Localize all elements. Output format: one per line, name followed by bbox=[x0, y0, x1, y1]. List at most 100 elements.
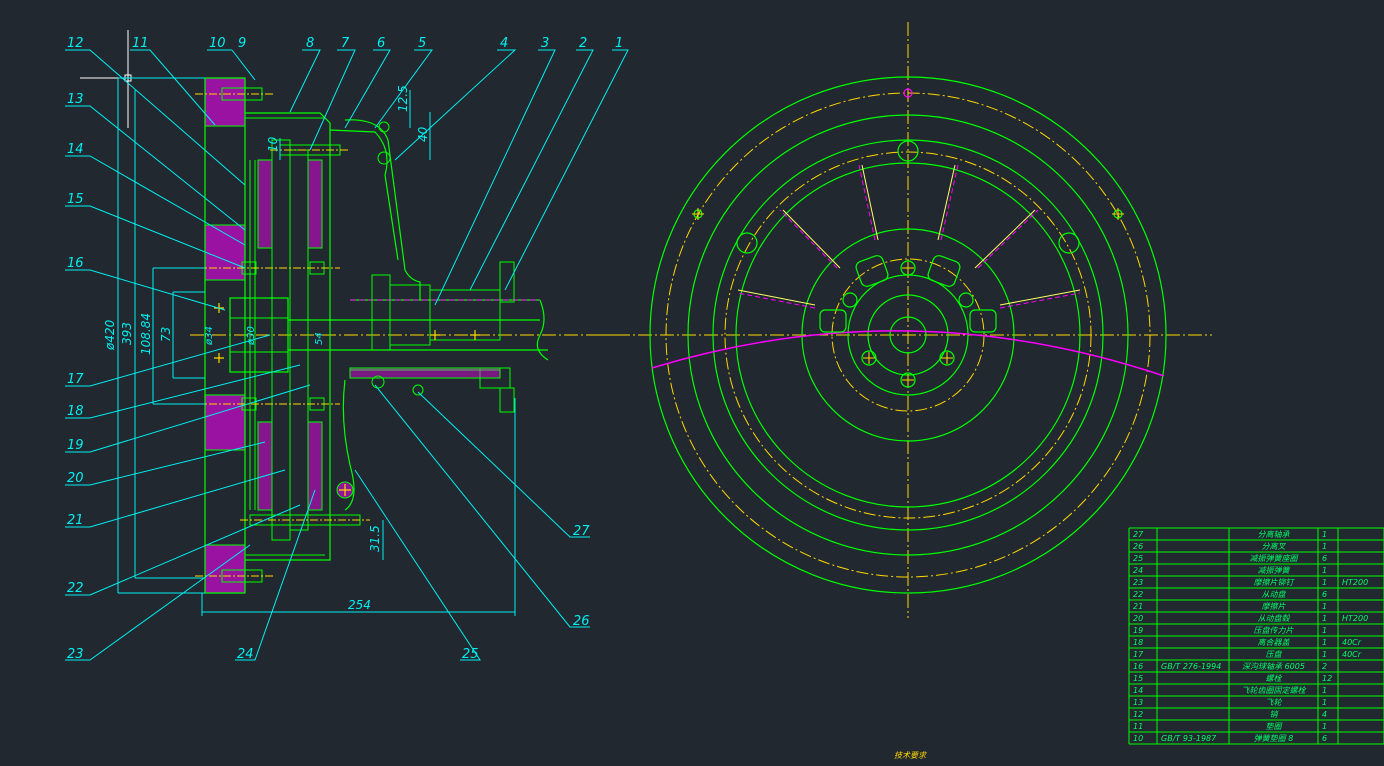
label-9: 9 bbox=[238, 36, 246, 51]
bom-cell-qty: 1 bbox=[1322, 602, 1327, 611]
bom-cell-no: 19 bbox=[1133, 626, 1143, 635]
bom-cell-qty: 12 bbox=[1322, 674, 1332, 683]
bom-cell-mat: 40Cr bbox=[1342, 650, 1362, 659]
label-20: 20 bbox=[67, 471, 84, 486]
bom-cell-no: 15 bbox=[1133, 674, 1143, 683]
label-24: 24 bbox=[237, 647, 254, 662]
bom-cell-name: 从动盘毂 bbox=[1258, 614, 1291, 623]
bom-cell-qty: 1 bbox=[1322, 626, 1327, 635]
bom-cell-no: 18 bbox=[1133, 638, 1143, 647]
dim-40: 40 bbox=[416, 126, 430, 142]
bom-cell-name: 垫圈 bbox=[1266, 722, 1283, 731]
bom-cell-no: 27 bbox=[1133, 530, 1144, 539]
bom-cell-qty: 1 bbox=[1322, 614, 1327, 623]
label-6: 6 bbox=[377, 36, 385, 51]
dim-12: 12.5 bbox=[396, 85, 410, 112]
label-3: 3 bbox=[541, 36, 549, 51]
bom-cell-std: GB/T 93-1987 bbox=[1161, 734, 1217, 743]
bom-cell-name: 分离轴承 bbox=[1258, 530, 1291, 539]
bom-cell-name: 螺栓 bbox=[1266, 674, 1283, 683]
bom-cell-qty: 1 bbox=[1322, 542, 1327, 551]
label-19: 19 bbox=[67, 438, 84, 453]
bom-cell-name: 压盘 bbox=[1266, 650, 1283, 659]
bom-cell-name: 飞轮齿圈固定螺栓 bbox=[1242, 686, 1307, 695]
bom-cell-mat: HT200 bbox=[1342, 578, 1368, 587]
label-17: 17 bbox=[67, 372, 84, 387]
bom-cell-name: 销 bbox=[1270, 710, 1280, 719]
bom-cell-qty: 1 bbox=[1322, 530, 1327, 539]
label-27: 27 bbox=[573, 524, 590, 539]
bom-cell-qty: 1 bbox=[1322, 686, 1327, 695]
bom-cell-no: 10 bbox=[1133, 734, 1143, 743]
bom-cell-name: 分离叉 bbox=[1262, 542, 1287, 551]
release-lever bbox=[329, 119, 421, 511]
dim-10: 10 bbox=[266, 136, 280, 152]
bom-cell-no: 11 bbox=[1133, 722, 1143, 731]
dim-393: 393 bbox=[120, 322, 134, 345]
bom-cell-name: 深沟球轴承 6005 bbox=[1242, 662, 1305, 671]
dim-small-b: ø30 bbox=[246, 326, 257, 346]
bom-cell-no: 25 bbox=[1133, 554, 1143, 563]
bom-cell-name: 压盘传力片 bbox=[1254, 626, 1295, 635]
bom-cell-name: 摩擦片 bbox=[1262, 602, 1287, 611]
label-11: 11 bbox=[132, 36, 149, 51]
bom-cell-name: 减振弹簧座圈 bbox=[1250, 554, 1299, 563]
bom-cell-name: 减振弹簧 bbox=[1258, 566, 1292, 575]
bom-cell-qty: 1 bbox=[1322, 566, 1327, 575]
bom-cell-name: 摩擦片铆钉 bbox=[1254, 578, 1296, 587]
bom-cell-mat: HT200 bbox=[1342, 614, 1368, 623]
cad-canvas[interactable]: 12 11 10 9 8 7 6 5 4 3 2 1 13 14 15 16 1… bbox=[0, 0, 1384, 761]
bom-cell-qty: 6 bbox=[1322, 734, 1327, 743]
bom-cell-no: 16 bbox=[1133, 662, 1143, 671]
label-22: 22 bbox=[67, 581, 84, 596]
label-7: 7 bbox=[341, 36, 350, 51]
label-25: 25 bbox=[462, 647, 479, 662]
dim-small-c: 54 bbox=[314, 332, 325, 345]
bom-cell-qty: 1 bbox=[1322, 698, 1327, 707]
bom-cell-qty: 1 bbox=[1322, 650, 1327, 659]
dim-small-a: ø34 bbox=[204, 326, 215, 346]
label-2: 2 bbox=[579, 36, 587, 51]
bom-cell-no: 14 bbox=[1133, 686, 1143, 695]
bom-cell-name: 离合器盖 bbox=[1258, 638, 1291, 647]
bom-cell-qty: 1 bbox=[1322, 722, 1327, 731]
bill-of-materials: 27 分离轴承 126 分离叉 125 减振弹簧座圈 624 减振弹簧 123 摩擦片铆钉 1 HT2… bbox=[1128, 527, 1384, 745]
technical-note: 技术要求 bbox=[894, 751, 927, 760]
bom-cell-no: 22 bbox=[1133, 590, 1143, 599]
bom-cell-qty: 6 bbox=[1322, 590, 1327, 599]
label-8: 8 bbox=[306, 36, 314, 51]
bom-cell-qty: 6 bbox=[1322, 554, 1327, 563]
bom-cell-qty: 2 bbox=[1322, 662, 1327, 671]
label-21: 21 bbox=[67, 513, 84, 528]
label-1: 1 bbox=[615, 36, 623, 51]
dim-108: 108.84 bbox=[139, 313, 153, 355]
crosshair-cursor-icon bbox=[80, 30, 175, 128]
bom-cell-qty: 1 bbox=[1322, 578, 1327, 587]
bom-cell-qty: 1 bbox=[1322, 638, 1327, 647]
label-14: 14 bbox=[67, 142, 84, 157]
label-13: 13 bbox=[67, 92, 84, 107]
bom-cell-no: 24 bbox=[1133, 566, 1143, 575]
bom-cell-no: 21 bbox=[1133, 602, 1143, 611]
label-18: 18 bbox=[67, 404, 84, 419]
bom-cell-std: GB/T 276-1994 bbox=[1161, 662, 1221, 671]
bom-cell-no: 13 bbox=[1133, 698, 1143, 707]
dim-254: 254 bbox=[348, 598, 371, 612]
label-4: 4 bbox=[500, 36, 508, 51]
bom-cell-mat: 40Cr bbox=[1342, 638, 1362, 647]
bom-cell-name: 弹簧垫圈 8 bbox=[1254, 734, 1294, 743]
label-23: 23 bbox=[67, 647, 84, 662]
label-5: 5 bbox=[418, 36, 426, 51]
bom-cell-qty: 4 bbox=[1322, 710, 1327, 719]
spring-spokes bbox=[737, 164, 1081, 306]
front-view bbox=[594, 22, 1212, 618]
dim-73: 73 bbox=[159, 327, 173, 342]
label-15: 15 bbox=[67, 192, 84, 207]
bom-cell-no: 20 bbox=[1133, 614, 1143, 623]
dimension-lines bbox=[117, 77, 516, 616]
bom-cell-no: 17 bbox=[1133, 650, 1144, 659]
label-16: 16 bbox=[67, 256, 84, 271]
bom-cell-no: 23 bbox=[1133, 578, 1143, 587]
bom-cell-name: 飞轮 bbox=[1266, 698, 1283, 707]
section-view: 12 11 10 9 8 7 6 5 4 3 2 1 13 14 15 16 1… bbox=[65, 30, 629, 662]
